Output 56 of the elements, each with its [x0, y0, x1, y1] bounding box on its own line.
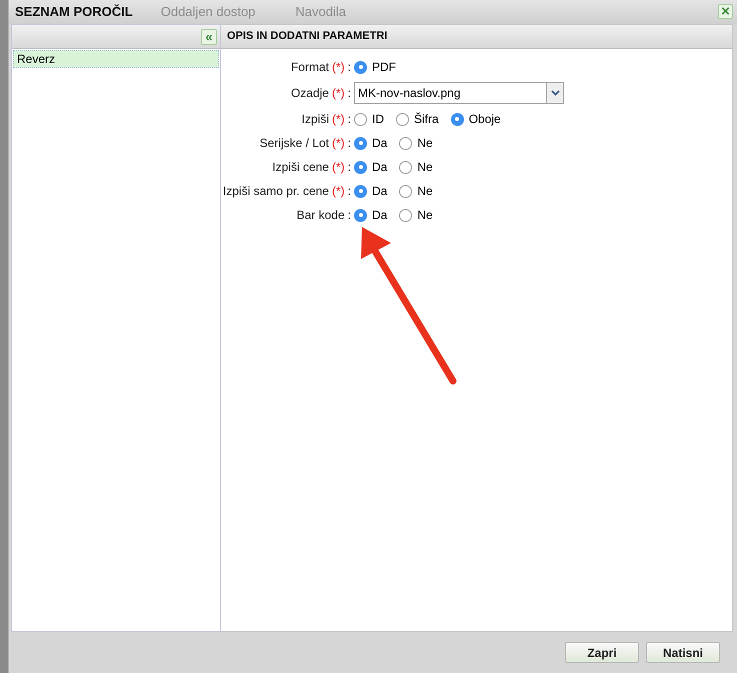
radio-button[interactable]: [399, 208, 412, 222]
field-label: Bar kode: [296, 207, 345, 224]
colon-text: :: [348, 183, 351, 200]
colon-text: :: [348, 59, 351, 76]
field-label: Format: [290, 59, 329, 76]
radio-button[interactable]: [396, 112, 409, 126]
field-label: Izpiši cene: [272, 159, 329, 176]
collapse-button[interactable]: «: [201, 28, 217, 44]
field-label: Izpiši samo pr. cene: [222, 183, 329, 200]
option-label: Oboje: [468, 111, 501, 128]
required-mark: (*): [332, 135, 345, 152]
select-value: MK-nov-naslov.png: [357, 85, 462, 102]
option-label: Da: [372, 135, 388, 152]
colon-text: :: [348, 111, 351, 128]
dialog-button[interactable]: Zapri: [565, 642, 639, 663]
option-label: Ne: [417, 159, 433, 176]
required-mark: (*): [332, 111, 345, 128]
required-mark: (*): [332, 183, 345, 200]
colon-text: :: [348, 85, 351, 102]
field-label: Serijske / Lot: [260, 135, 329, 152]
option-label: Šifra: [414, 111, 439, 128]
option-label: Da: [372, 207, 388, 224]
option-label: Da: [372, 159, 388, 176]
radio-button[interactable]: [399, 160, 412, 174]
option-label: PDF: [372, 59, 396, 76]
panel-title: OPIS IN DODATNI PARAMETRI: [227, 29, 388, 44]
field-label: Izpiši: [302, 111, 329, 128]
required-mark: (*): [332, 59, 345, 76]
radio-button[interactable]: [354, 112, 367, 126]
radio-button[interactable]: [399, 136, 412, 150]
radio-button[interactable]: [354, 160, 367, 174]
background-text: Oddaljen dostop: [160, 3, 256, 22]
radio-button[interactable]: [354, 136, 367, 150]
option-label: Ne: [417, 183, 433, 200]
radio-button[interactable]: [354, 60, 367, 74]
option-label: Ne: [417, 207, 433, 224]
colon-text: :: [348, 135, 351, 152]
list-item[interactable]: Reverz: [13, 50, 219, 68]
window-title: SEZNAM POROČIL: [15, 3, 133, 22]
required-mark: (*): [332, 159, 345, 176]
background-text: Navodila: [295, 3, 346, 22]
radio-button[interactable]: [354, 184, 367, 198]
option-label: ID: [372, 111, 384, 128]
select-field[interactable]: MK-nov-naslov.png: [354, 82, 564, 104]
radio-button[interactable]: [450, 112, 464, 126]
field-label: Ozadje: [290, 85, 329, 102]
colon-text: :: [348, 207, 351, 224]
option-label: Ne: [417, 135, 433, 152]
required-mark: (*): [332, 85, 345, 102]
radio-button[interactable]: [399, 184, 412, 198]
dialog-button[interactable]: Natisni: [646, 642, 720, 663]
caret-icon: [550, 90, 560, 96]
radio-button[interactable]: [354, 208, 367, 222]
colon-text: :: [348, 159, 351, 176]
close-button[interactable]: ×: [718, 4, 733, 19]
option-label: Da: [372, 183, 388, 200]
